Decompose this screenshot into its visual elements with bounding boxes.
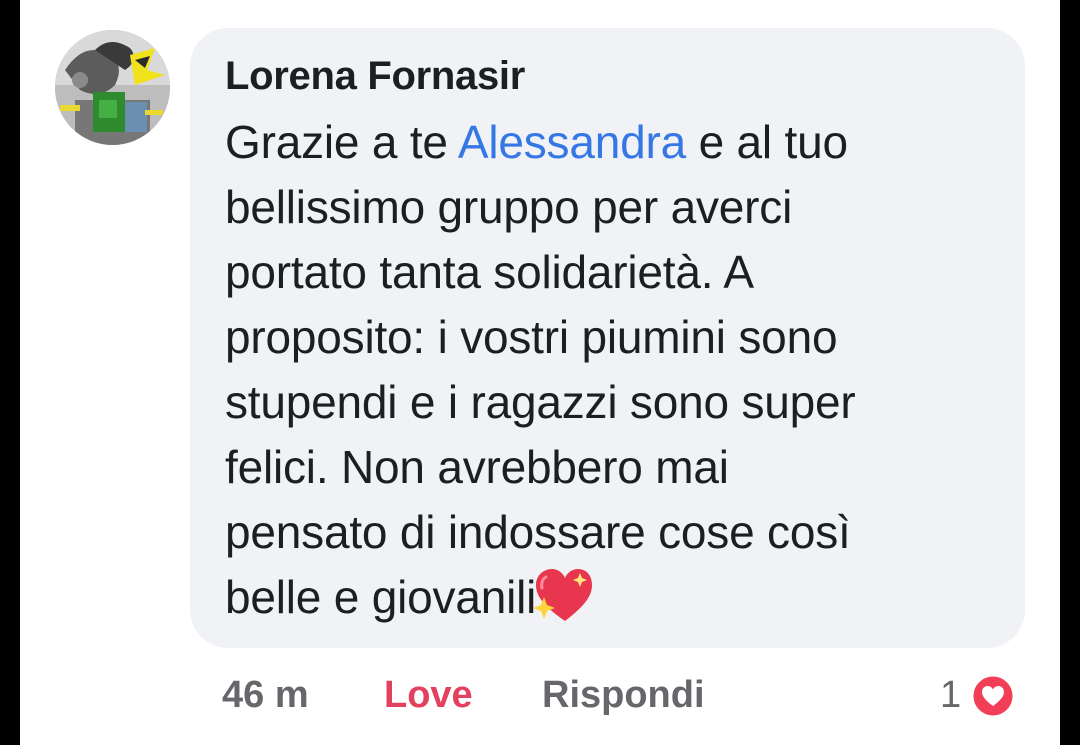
comment-line: belle e giovanili [225,565,1015,640]
comment-timestamp[interactable]: 46 m [222,667,309,723]
comment-bubble: Lorena Fornasir Grazie a te Alessandra e… [190,28,1025,648]
comment-text-segment: belle e giovanili [225,571,537,623]
comment-line: proposito: i vostri piumini sono [225,311,838,363]
comment-line: stupendi e i ragazzi sono super [225,376,856,428]
comment-line: felici. Non avrebbero mai [225,441,729,493]
comment-line: bellissimo gruppo per averci [225,181,793,233]
love-reaction-icon [970,673,1016,719]
avatar-image [55,30,170,145]
comment-line: portato tanta solidarietà. A [225,246,754,298]
comment-author[interactable]: Lorena Fornasir [225,54,525,99]
mention-link[interactable]: Alessandra [458,116,686,168]
reaction-count: 1 [940,674,962,716]
comment-text: Grazie a te Alessandra e al tuo bellissi… [225,110,1015,640]
love-button[interactable]: Love [384,667,473,723]
comment-line: pensato di indossare cose così [225,506,851,558]
avatar[interactable] [55,30,170,145]
comment-text-segment: e al tuo [685,116,848,168]
sparkling-heart-emoji [532,567,594,640]
reply-button[interactable]: Rispondi [542,667,705,723]
comment-screen: Lorena Fornasir Grazie a te Alessandra e… [20,0,1060,745]
comment-text-segment: Grazie a te [225,116,458,168]
comment-line: Grazie a te Alessandra e al tuo [225,110,1015,175]
